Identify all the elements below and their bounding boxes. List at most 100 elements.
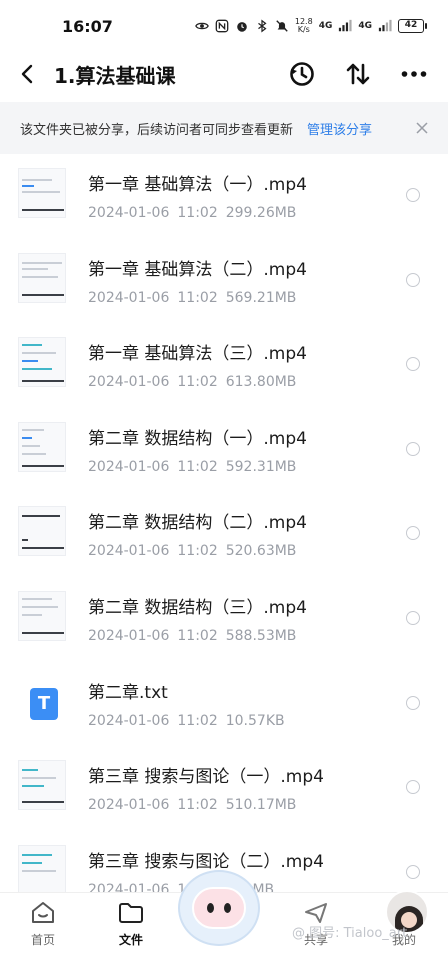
status-time: 16:07 bbox=[62, 16, 113, 36]
file-time: 11:02 bbox=[177, 374, 218, 391]
file-meta: 2024-01-06 11:02 520.63MB bbox=[88, 543, 307, 559]
signal-4g-label: 4G bbox=[318, 21, 333, 31]
history-icon bbox=[290, 62, 314, 86]
nfc-icon bbox=[215, 19, 229, 33]
file-time: 11:02 bbox=[177, 458, 218, 475]
file-meta: 2024-01-06 11:02 588.53MB bbox=[88, 628, 307, 644]
battery-icon: 42 bbox=[398, 19, 427, 33]
file-size: 613.80MB bbox=[225, 374, 297, 391]
close-icon bbox=[416, 122, 428, 134]
file-meta: 2024-01-06 11:02 569.21MB bbox=[88, 290, 307, 306]
file-size: 588.53MB bbox=[225, 627, 297, 644]
list-item[interactable]: T 第二章.txt 2024-01-06 11:02 10.57KB bbox=[0, 662, 448, 747]
video-thumbnail bbox=[18, 252, 66, 303]
file-info: 第二章 数据结构（二）.mp4 2024-01-06 11:02 520.63MB bbox=[88, 508, 307, 559]
net-speed: 12.8 K/s bbox=[295, 18, 313, 34]
video-thumbnail bbox=[18, 168, 66, 218]
home-icon bbox=[32, 902, 54, 923]
file-meta: 2024-01-06 11:02 592.31MB bbox=[88, 459, 307, 475]
list-item[interactable]: 第一章 基础算法（一）.mp4 2024-01-06 11:02 299.26MB bbox=[0, 154, 448, 239]
file-date: 2024-01-06 bbox=[88, 627, 170, 644]
file-meta: 2024-01-06 11:02 613.80MB bbox=[88, 374, 307, 390]
net-speed-unit: K/s bbox=[297, 25, 310, 34]
file-name: 第三章 搜索与图论（一）.mp4 bbox=[88, 767, 324, 788]
nav-home-label: 首页 bbox=[30, 933, 55, 947]
mascot-icon bbox=[192, 887, 246, 929]
file-info: 第二章 数据结构（三）.mp4 2024-01-06 11:02 588.53MB bbox=[88, 593, 307, 644]
file-name: 第二章 数据结构（一）.mp4 bbox=[88, 428, 307, 449]
close-notice-button[interactable] bbox=[414, 120, 430, 136]
folder-icon bbox=[119, 903, 143, 923]
select-radio[interactable] bbox=[406, 695, 420, 710]
file-name: 第二章 数据结构（三）.mp4 bbox=[88, 597, 307, 618]
more-button[interactable] bbox=[400, 60, 428, 88]
file-name: 第二章 数据结构（二）.mp4 bbox=[88, 513, 307, 534]
file-size: 299.26MB bbox=[225, 205, 297, 221]
select-radio[interactable] bbox=[406, 864, 420, 879]
file-date: 2024-01-06 bbox=[88, 543, 170, 560]
more-dots-icon bbox=[401, 71, 427, 77]
history-button[interactable] bbox=[288, 60, 316, 88]
file-name: 第一章 基础算法（三）.mp4 bbox=[88, 344, 307, 365]
file-name: 第一章 基础算法（一）.mp4 bbox=[88, 175, 307, 195]
file-time: 11:02 bbox=[177, 627, 218, 644]
select-radio[interactable] bbox=[406, 610, 420, 625]
chevron-left-icon bbox=[21, 64, 33, 84]
file-info: 第二章.txt 2024-01-06 11:02 10.57KB bbox=[88, 678, 293, 729]
header-actions bbox=[288, 60, 448, 88]
file-meta: 2024-01-06 11:02 510.17MB bbox=[88, 797, 324, 813]
signal-4g-label-2: 4G bbox=[358, 21, 372, 31]
manage-share-link[interactable]: 管理该分享 bbox=[307, 119, 372, 138]
video-thumbnail bbox=[18, 590, 66, 641]
video-thumbnail bbox=[18, 337, 66, 388]
file-size: 10.57KB bbox=[225, 712, 285, 729]
status-icons: 12.8 K/s 4G 4G 42 bbox=[195, 18, 427, 34]
signal-icon bbox=[339, 19, 352, 32]
file-date: 2024-01-06 bbox=[88, 374, 170, 391]
select-radio[interactable] bbox=[406, 526, 420, 541]
file-time: 11:02 bbox=[177, 797, 218, 814]
file-info: 第三章 搜索与图论（一）.mp4 2024-01-06 11:02 510.17MB bbox=[88, 762, 324, 813]
bluetooth-icon bbox=[258, 19, 267, 33]
status-bar: 16:07 12.8 K/s 4G 4G 42 bbox=[0, 0, 448, 52]
video-thumbnail bbox=[18, 760, 66, 811]
select-radio[interactable] bbox=[406, 441, 420, 456]
file-meta: 2024-01-06 11:02 299.26MB bbox=[88, 205, 307, 221]
mascot-button[interactable] bbox=[178, 870, 260, 946]
select-radio[interactable] bbox=[406, 780, 420, 795]
file-date: 2024-01-06 bbox=[88, 712, 170, 729]
list-item[interactable]: 第一章 基础算法（二）.mp4 2024-01-06 11:02 569.21MB bbox=[0, 239, 448, 324]
share-notice-text: 该文件夹已被分享，后续访问者可同步查看更新 bbox=[20, 122, 294, 138]
watermark: @ 图号: Tialoo_art bbox=[292, 926, 408, 941]
list-item[interactable]: 第三章 搜索与图论（一）.mp4 2024-01-06 11:02 510.17MB bbox=[0, 746, 448, 831]
file-date: 2024-01-06 bbox=[88, 797, 170, 814]
file-info: 第一章 基础算法（二）.mp4 2024-01-06 11:02 569.21MB bbox=[88, 255, 307, 306]
back-button[interactable] bbox=[0, 52, 54, 96]
file-time: 11:02 bbox=[177, 712, 218, 729]
list-item[interactable]: 第二章 数据结构（二）.mp4 2024-01-06 11:02 520.63MB bbox=[0, 492, 448, 577]
video-thumbnail bbox=[18, 421, 66, 472]
select-radio[interactable] bbox=[406, 272, 420, 287]
mute-bell-icon bbox=[276, 20, 288, 32]
nav-files[interactable]: 文件 bbox=[101, 901, 161, 948]
video-thumbnail bbox=[18, 844, 66, 892]
file-name: 第三章 搜索与图论（二）.mp4 bbox=[88, 851, 324, 872]
file-size: 592.31MB bbox=[225, 458, 297, 475]
share-notice: 该文件夹已被分享，后续访问者可同步查看更新 管理该分享 bbox=[0, 102, 448, 154]
file-size: 510.17MB bbox=[225, 797, 297, 814]
select-radio[interactable] bbox=[406, 188, 420, 202]
page-title: 1.算法基础课 bbox=[54, 63, 176, 88]
file-date: 2024-01-06 bbox=[88, 881, 170, 892]
eye-icon bbox=[195, 22, 209, 30]
file-list: 第一章 基础算法（一）.mp4 2024-01-06 11:02 299.26MB … bbox=[0, 154, 448, 892]
sort-button[interactable] bbox=[344, 60, 372, 88]
file-size: 520.63MB bbox=[225, 543, 297, 560]
list-item[interactable]: 第二章 数据结构（三）.mp4 2024-01-06 11:02 588.53MB bbox=[0, 577, 448, 662]
file-info: 第二章 数据结构（一）.mp4 2024-01-06 11:02 592.31MB bbox=[88, 424, 307, 475]
header: 1.算法基础课 bbox=[0, 52, 448, 96]
file-size: 569.21MB bbox=[225, 289, 297, 306]
list-item[interactable]: 第一章 基础算法（三）.mp4 2024-01-06 11:02 613.80MB bbox=[0, 323, 448, 408]
select-radio[interactable] bbox=[406, 357, 420, 372]
nav-home[interactable]: 首页 bbox=[13, 901, 73, 948]
list-item[interactable]: 第二章 数据结构（一）.mp4 2024-01-06 11:02 592.31MB bbox=[0, 408, 448, 493]
